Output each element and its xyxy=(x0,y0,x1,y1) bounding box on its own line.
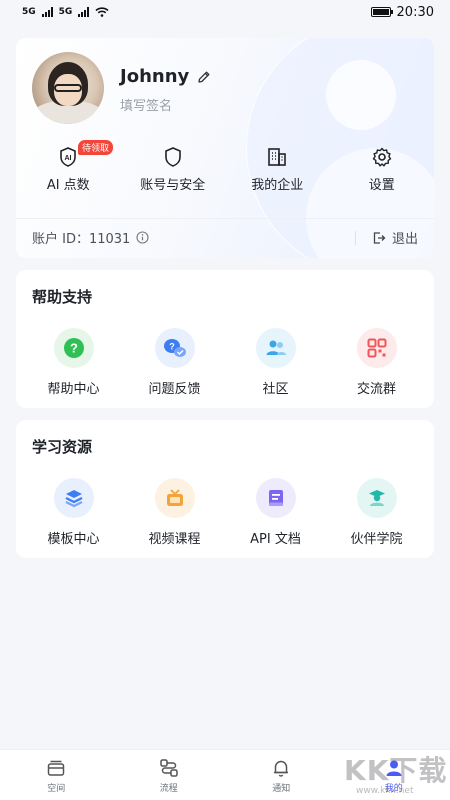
quick-label: 我的企业 xyxy=(251,178,304,193)
ai-shield-icon: AI xyxy=(60,147,77,167)
status-right: 20:30 xyxy=(370,4,434,20)
status-bar: 5G 5G 20:30 xyxy=(0,0,450,24)
svg-text:?: ? xyxy=(70,341,78,356)
tab-label: 空间 xyxy=(47,784,66,794)
info-icon[interactable] xyxy=(136,231,149,244)
section-title: 帮助支持 xyxy=(32,288,93,306)
help-section: 帮助支持 ? 帮助中心 ? 问题反馈 社区 交流群 xyxy=(16,270,434,408)
group-chat-item[interactable]: 交流群 xyxy=(326,328,427,397)
question-icon: ? xyxy=(53,328,94,368)
logout-group[interactable]: 退出 xyxy=(354,228,418,247)
ai-points-badge: 待领取 xyxy=(78,140,114,155)
building-icon xyxy=(268,148,287,166)
video-course-item[interactable]: 视频课程 xyxy=(124,478,225,547)
api-docs-item[interactable]: API 文档 xyxy=(225,478,326,547)
watermark-url: www.kkx.net xyxy=(356,786,414,796)
battery-icon xyxy=(370,7,393,17)
logout-button[interactable]: 退出 xyxy=(392,228,418,247)
account-id: 账户 ID：11031 xyxy=(32,232,131,247)
tab-label: 通知 xyxy=(272,784,291,794)
quick-actions: AI 待领取 AI 点数 账号与安全 我的企业 设置 xyxy=(16,140,435,193)
svg-text:?: ? xyxy=(169,342,175,352)
partner-academy-item[interactable]: 伙伴学院 xyxy=(326,478,427,547)
bell-icon xyxy=(274,760,289,777)
logout-icon xyxy=(373,231,386,244)
graduate-icon xyxy=(356,478,397,518)
quick-label: AI 点数 xyxy=(46,178,90,193)
help-grid: ? 帮助中心 ? 问题反馈 社区 交流群 xyxy=(23,328,427,397)
avatar[interactable] xyxy=(32,52,104,124)
status-signals: 5G 5G xyxy=(22,7,109,17)
grid-label: 模板中心 xyxy=(47,532,100,547)
community-icon xyxy=(255,328,296,368)
flow-icon xyxy=(160,759,178,777)
signal-label-2: 5G xyxy=(58,7,73,17)
grid-label: API 文档 xyxy=(250,532,301,547)
svg-text:AI: AI xyxy=(65,155,72,162)
learn-grid: 模板中心 视频课程 API 文档 伙伴学院 xyxy=(23,478,427,547)
space-icon xyxy=(48,760,65,776)
layers-icon xyxy=(53,478,94,518)
feedback-item[interactable]: ? 问题反馈 xyxy=(124,328,225,397)
edit-pencil-icon[interactable] xyxy=(197,70,211,84)
wifi-icon xyxy=(95,7,109,17)
signal-label-1: 5G xyxy=(22,7,36,17)
name-row: Johnny xyxy=(120,66,211,87)
signal-icon xyxy=(78,7,90,17)
quick-my-enterprise[interactable]: 我的企业 xyxy=(225,146,330,193)
grid-label: 伙伴学院 xyxy=(350,532,403,547)
signature-placeholder[interactable]: 填写签名 xyxy=(120,95,172,114)
quick-label: 设置 xyxy=(368,178,395,193)
grid-label: 视频课程 xyxy=(148,532,201,547)
tab-label: 流程 xyxy=(159,784,178,794)
learn-section: 学习资源 模板中心 视频课程 API 文档 伙伴学院 xyxy=(16,420,434,558)
account-row: 账户 ID：11031 退出 xyxy=(32,228,418,247)
profile-card: Johnny 填写签名 AI 待领取 AI 点数 账号与安全 我的企业 设置 账… xyxy=(16,38,434,258)
tab-space[interactable]: 空间 xyxy=(0,750,113,800)
template-center-item[interactable]: 模板中心 xyxy=(23,478,124,547)
grid-label: 交流群 xyxy=(356,382,396,397)
grid-label: 帮助中心 xyxy=(47,382,100,397)
quick-settings[interactable]: 设置 xyxy=(330,146,435,193)
grid-label: 问题反馈 xyxy=(148,382,201,397)
tab-notify[interactable]: 通知 xyxy=(225,750,338,800)
decor-circle xyxy=(326,60,396,130)
tv-icon xyxy=(154,478,195,518)
help-center-item[interactable]: ? 帮助中心 xyxy=(23,328,124,397)
status-time: 20:30 xyxy=(396,4,434,20)
tab-flow[interactable]: 流程 xyxy=(113,750,226,800)
feedback-icon: ? xyxy=(154,328,195,368)
quick-ai-points[interactable]: AI 待领取 AI 点数 xyxy=(16,140,121,193)
community-item[interactable]: 社区 xyxy=(225,328,326,397)
divider xyxy=(16,218,434,219)
gear-icon xyxy=(372,147,391,167)
grid-label: 社区 xyxy=(262,382,289,397)
book-icon xyxy=(255,478,296,518)
shield-icon xyxy=(164,147,181,167)
signal-icon xyxy=(41,7,53,17)
quick-account-security[interactable]: 账号与安全 xyxy=(121,146,226,193)
section-title: 学习资源 xyxy=(32,438,93,456)
quick-label: 账号与安全 xyxy=(140,178,206,193)
separator xyxy=(354,230,356,245)
watermark-text: KK下载 xyxy=(344,754,448,787)
qr-code-icon xyxy=(356,328,397,368)
account-id-group: 账户 ID：11031 xyxy=(32,228,149,247)
user-name: Johnny xyxy=(120,66,190,87)
